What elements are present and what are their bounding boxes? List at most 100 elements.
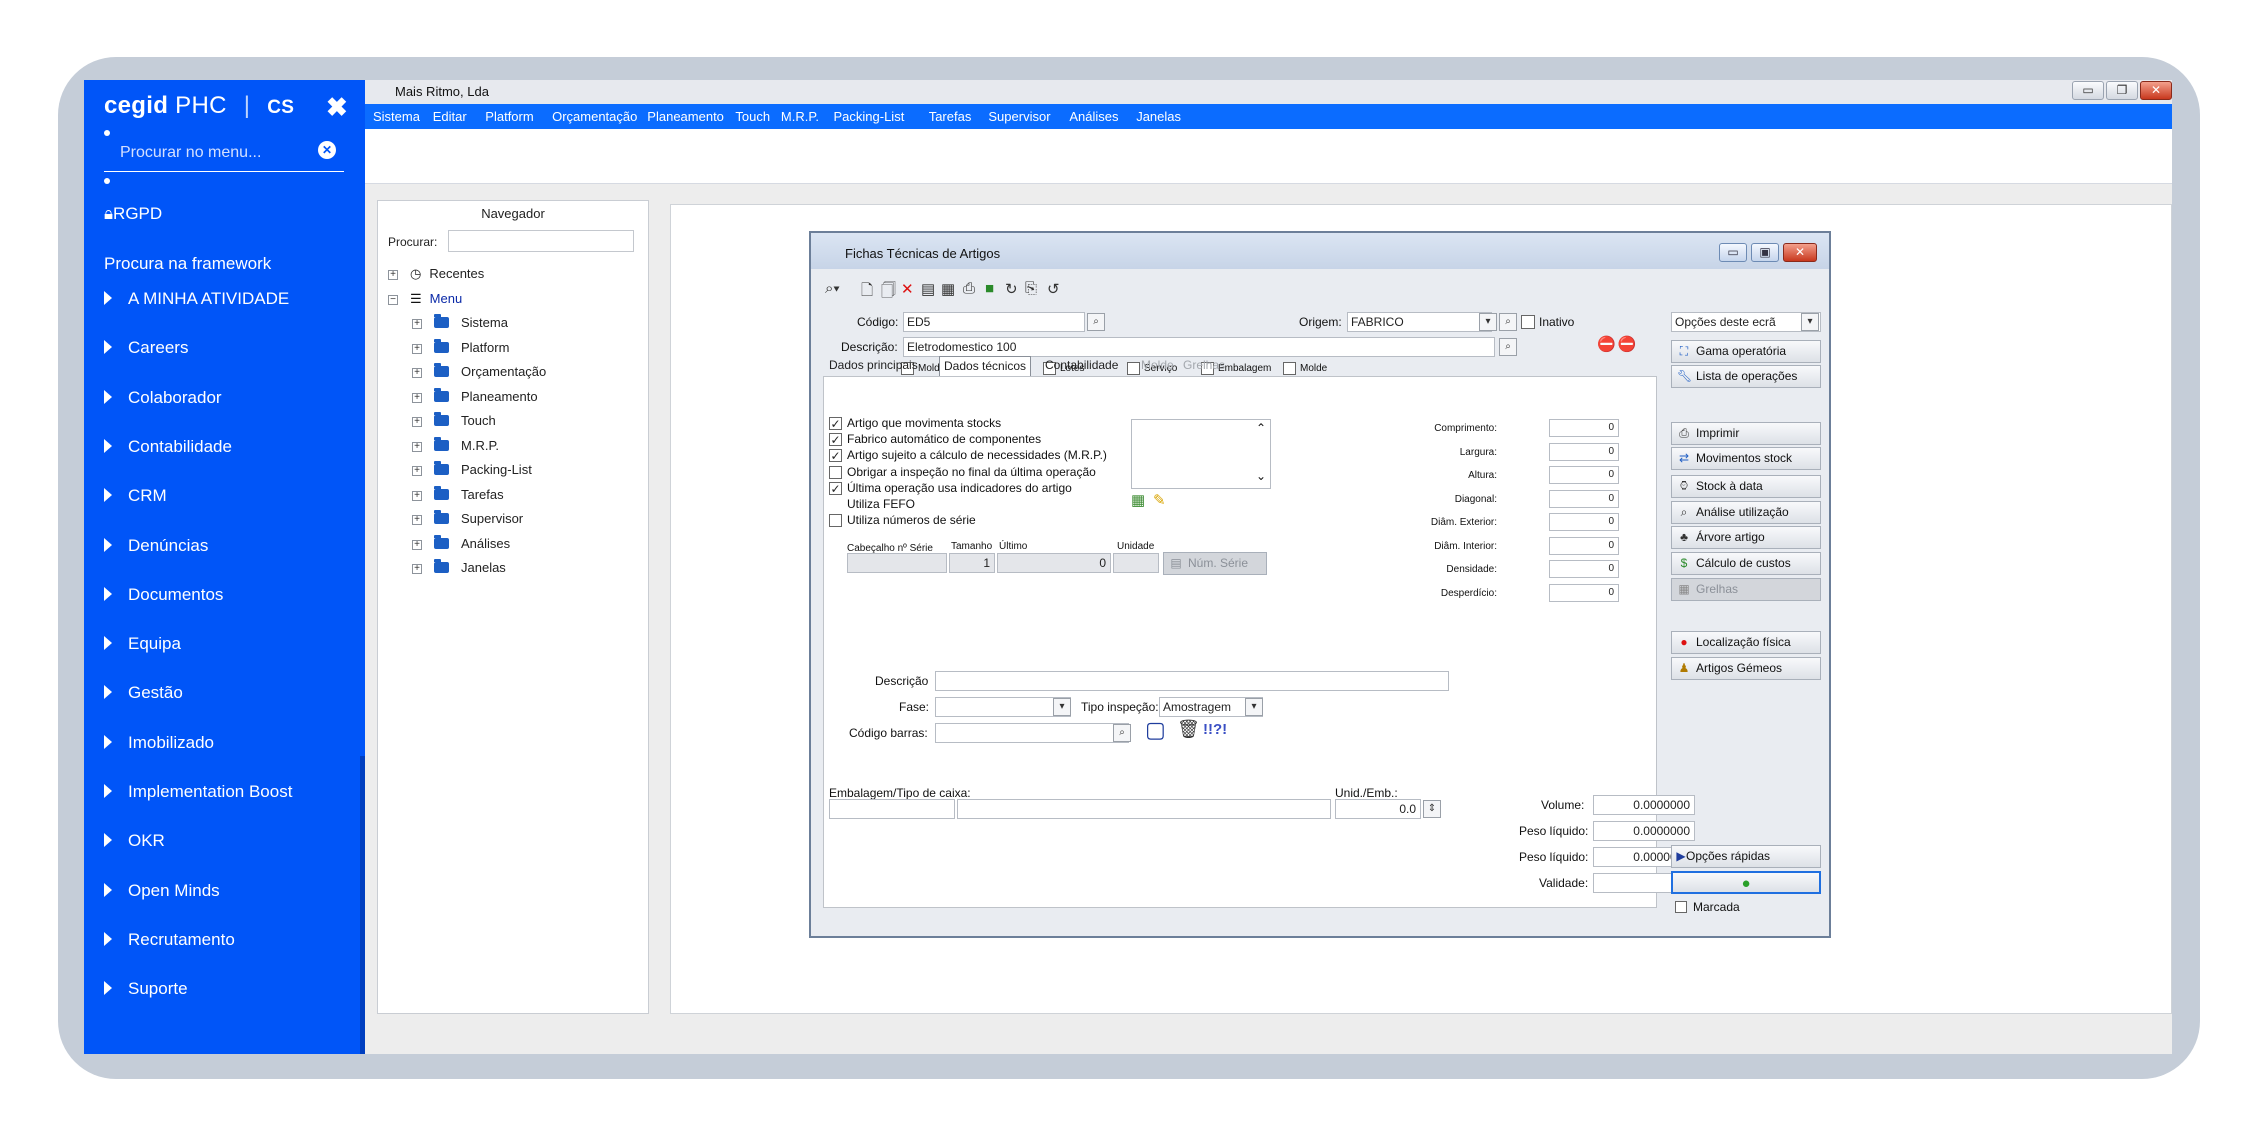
option-artigo-sujeito-a-calculo-de-ne-checkbox[interactable]: ✓ xyxy=(829,449,842,463)
expand-icon[interactable]: + xyxy=(412,417,422,427)
tree-folder-janelas[interactable]: Janelas xyxy=(434,559,506,575)
option-ultima-operacao-usa-indicadore-checkbox[interactable]: ✓ xyxy=(829,481,842,495)
sidebar-item-contabilidade[interactable]: Contabilidade xyxy=(104,437,232,457)
action-localizacao-fisica-button[interactable]: ● Localização física xyxy=(1671,631,1821,654)
opcoes-dropdown-icon[interactable]: ▾ xyxy=(1801,313,1819,331)
sidebar-item-careers[interactable]: Careers xyxy=(104,338,188,358)
action-imprimir-button[interactable]: ⎙ Imprimir xyxy=(1671,422,1821,445)
tree-folder-m-r-p[interactable]: M.R.P. xyxy=(434,436,499,453)
tree-item-recentes[interactable]: ◷ Recentes xyxy=(410,266,484,282)
new-document-icon[interactable]: 🗋︎ xyxy=(861,280,873,305)
clear-search-icon[interactable]: ✕ xyxy=(318,141,336,159)
codigo-barras-lookup-icon[interactable]: ⌕ xyxy=(1113,724,1131,742)
unid-emb-stepper[interactable]: 0.0 xyxy=(1335,799,1421,819)
sidebar-item-suporte[interactable]: Suporte xyxy=(104,979,188,999)
menu-orcamentacao[interactable]: Orçamentação xyxy=(552,109,637,124)
origem-dropdown-icon[interactable]: ▾ xyxy=(1479,313,1497,331)
unid-emb-spinner-icon[interactable]: ⇕ xyxy=(1423,800,1441,818)
refresh-icon[interactable]: ↻ xyxy=(1005,280,1018,298)
menu-packing-list[interactable]: Packing-List xyxy=(834,109,905,124)
tab-molde[interactable]: Molde xyxy=(1137,356,1178,376)
num-serie-button[interactable]: ▤ Núm. Série xyxy=(1163,552,1267,575)
link-icon[interactable]: ⛔⛔ xyxy=(1597,335,1638,353)
sidebar-item-recrutamento[interactable]: Recrutamento xyxy=(104,930,235,950)
status-button[interactable]: ● xyxy=(1671,871,1821,894)
close-sidebar-icon[interactable]: ✖ xyxy=(326,92,348,123)
codigo-lookup-icon[interactable]: ⌕ xyxy=(1087,313,1105,331)
dim-diam-interior-field[interactable]: 0 xyxy=(1549,536,1619,555)
serie-tamanho-stepper[interactable]: 1 xyxy=(949,553,995,573)
codigo-field[interactable]: ED5 xyxy=(903,312,1085,332)
expand-icon[interactable]: + xyxy=(412,490,422,501)
flag-molde-checkbox[interactable] xyxy=(1283,362,1296,375)
dim-diam-exterior-field[interactable]: 0 xyxy=(1549,513,1619,531)
expand-icon[interactable]: + xyxy=(412,343,422,354)
sidebar-item-denuncias[interactable]: Denúncias xyxy=(104,536,208,556)
sidebar-item-a-minha-atividade[interactable]: A MINHA ATIVIDADE xyxy=(104,289,289,309)
tree-folder-planeamento[interactable]: Planeamento xyxy=(434,387,538,404)
list-view-icon[interactable]: ▤ xyxy=(921,280,935,298)
expand-icon[interactable]: + xyxy=(412,319,422,329)
scroll-up-icon[interactable]: ⌃ xyxy=(1256,421,1266,435)
search-icon[interactable]: ⌕▾ xyxy=(825,280,840,297)
trash-icon[interactable]: 🗑︎ xyxy=(1177,719,1200,740)
option-utiliza-numeros-de-serie-checkbox[interactable] xyxy=(829,514,842,528)
marcada-checkbox[interactable] xyxy=(1675,901,1687,913)
fase-dropdown-icon[interactable]: ▾ xyxy=(1053,698,1071,716)
action-grelhas-button[interactable]: ▦ Grelhas xyxy=(1671,578,1821,601)
tree-folder-analises[interactable]: Análises xyxy=(434,534,510,551)
serie-ultimo-field[interactable]: 0 xyxy=(997,553,1111,573)
menu-janelas[interactable]: Janelas xyxy=(1136,109,1181,124)
menu-supervisor[interactable]: Supervisor xyxy=(988,109,1050,124)
action-movimentos-stock-button[interactable]: ⇄ Movimentos stock xyxy=(1671,447,1821,470)
menu-platform[interactable]: Platform xyxy=(485,109,533,124)
action-arvore-artigo-button[interactable]: ♣︎ Árvore artigo xyxy=(1671,526,1821,549)
tab-dados-principais[interactable]: Dados principais xyxy=(825,356,922,376)
action-artigos-gemeos-button[interactable]: ♟︎ Artigos Gémeos xyxy=(1671,657,1821,680)
serie-unidade-select[interactable] xyxy=(1113,553,1159,573)
dim-densidade-field[interactable]: 0 xyxy=(1549,560,1619,578)
grid-icon[interactable]: ▦ xyxy=(941,280,955,298)
dialog-restore-icon[interactable]: ▣ xyxy=(1751,243,1779,262)
navigator-search-input[interactable] xyxy=(448,230,634,252)
restore-icon[interactable]: ❐ xyxy=(2106,81,2138,100)
tree-folder-tarefas[interactable]: Tarefas xyxy=(434,485,504,502)
sidebar-item-gestao[interactable]: Gestão xyxy=(104,683,183,703)
embalagem-desc-field[interactable] xyxy=(957,799,1331,819)
expand-icon[interactable]: + xyxy=(412,368,422,378)
sidebar-item-documentos[interactable]: Documentos xyxy=(104,585,223,605)
sidebar-item-open-minds[interactable]: Open Minds xyxy=(104,881,220,901)
volume-field[interactable]: 0.0000000 xyxy=(1593,795,1695,815)
sidebar-item-implementation-boost[interactable]: Implementation Boost xyxy=(104,782,292,802)
dim-altura-field[interactable]: 0 xyxy=(1549,466,1619,484)
clipboard-icon[interactable]: ⎘ xyxy=(1025,280,1037,297)
collapse-icon[interactable]: − xyxy=(388,295,398,305)
origem-lookup-icon[interactable]: ⌕ xyxy=(1499,313,1517,331)
option-artigo-que-movimenta-stocks-checkbox[interactable]: ✓ xyxy=(829,417,842,430)
sidebar-item-colaborador[interactable]: Colaborador xyxy=(104,388,222,408)
copy-document-icon[interactable]: 🗍︎ xyxy=(881,280,896,305)
tree-folder-supervisor[interactable]: Supervisor xyxy=(434,510,523,526)
descricao2-field[interactable] xyxy=(935,671,1449,691)
fase-select[interactable] xyxy=(935,697,1071,717)
sidebar-item-rgpd[interactable]: 🔒︎RGPD xyxy=(104,204,162,224)
sidebar-item-equipa[interactable]: Equipa xyxy=(104,634,181,654)
option-fabrico-automatico-de-componen-checkbox[interactable]: ✓ xyxy=(829,433,842,447)
menu-analises[interactable]: Análises xyxy=(1069,109,1118,124)
barcode-scan-icon[interactable]: ▢ xyxy=(1145,717,1166,743)
sidebar-item-framework-search[interactable]: Procura na framework xyxy=(104,254,271,274)
menu-sistema[interactable]: Sistema xyxy=(373,109,420,124)
menu-search-input[interactable]: Procurar no menu... ✕ xyxy=(104,132,344,172)
expand-icon[interactable]: + xyxy=(388,270,398,280)
tree-folder-packing-list[interactable]: Packing-List xyxy=(434,461,532,477)
expand-icon[interactable]: + xyxy=(412,441,422,452)
action-calculo-de-custos-button[interactable]: $ Cálculo de custos xyxy=(1671,552,1821,575)
expand-icon[interactable]: + xyxy=(412,392,422,403)
origem-select[interactable]: FABRICO xyxy=(1347,312,1492,332)
sidebar-item-crm[interactable]: CRM xyxy=(104,486,167,506)
tree-icon[interactable]: ▦ xyxy=(1131,491,1145,509)
tree-item-menu[interactable]: ☰ Menu xyxy=(410,291,462,307)
action-analise-utilizacao-button[interactable]: ⌕ Análise utilização xyxy=(1671,501,1821,524)
action-gama-operatoria-button[interactable]: ⛶ Gama operatória xyxy=(1671,340,1821,363)
action-stock-a-data-button[interactable]: ⌚︎ Stock à data xyxy=(1671,475,1821,498)
